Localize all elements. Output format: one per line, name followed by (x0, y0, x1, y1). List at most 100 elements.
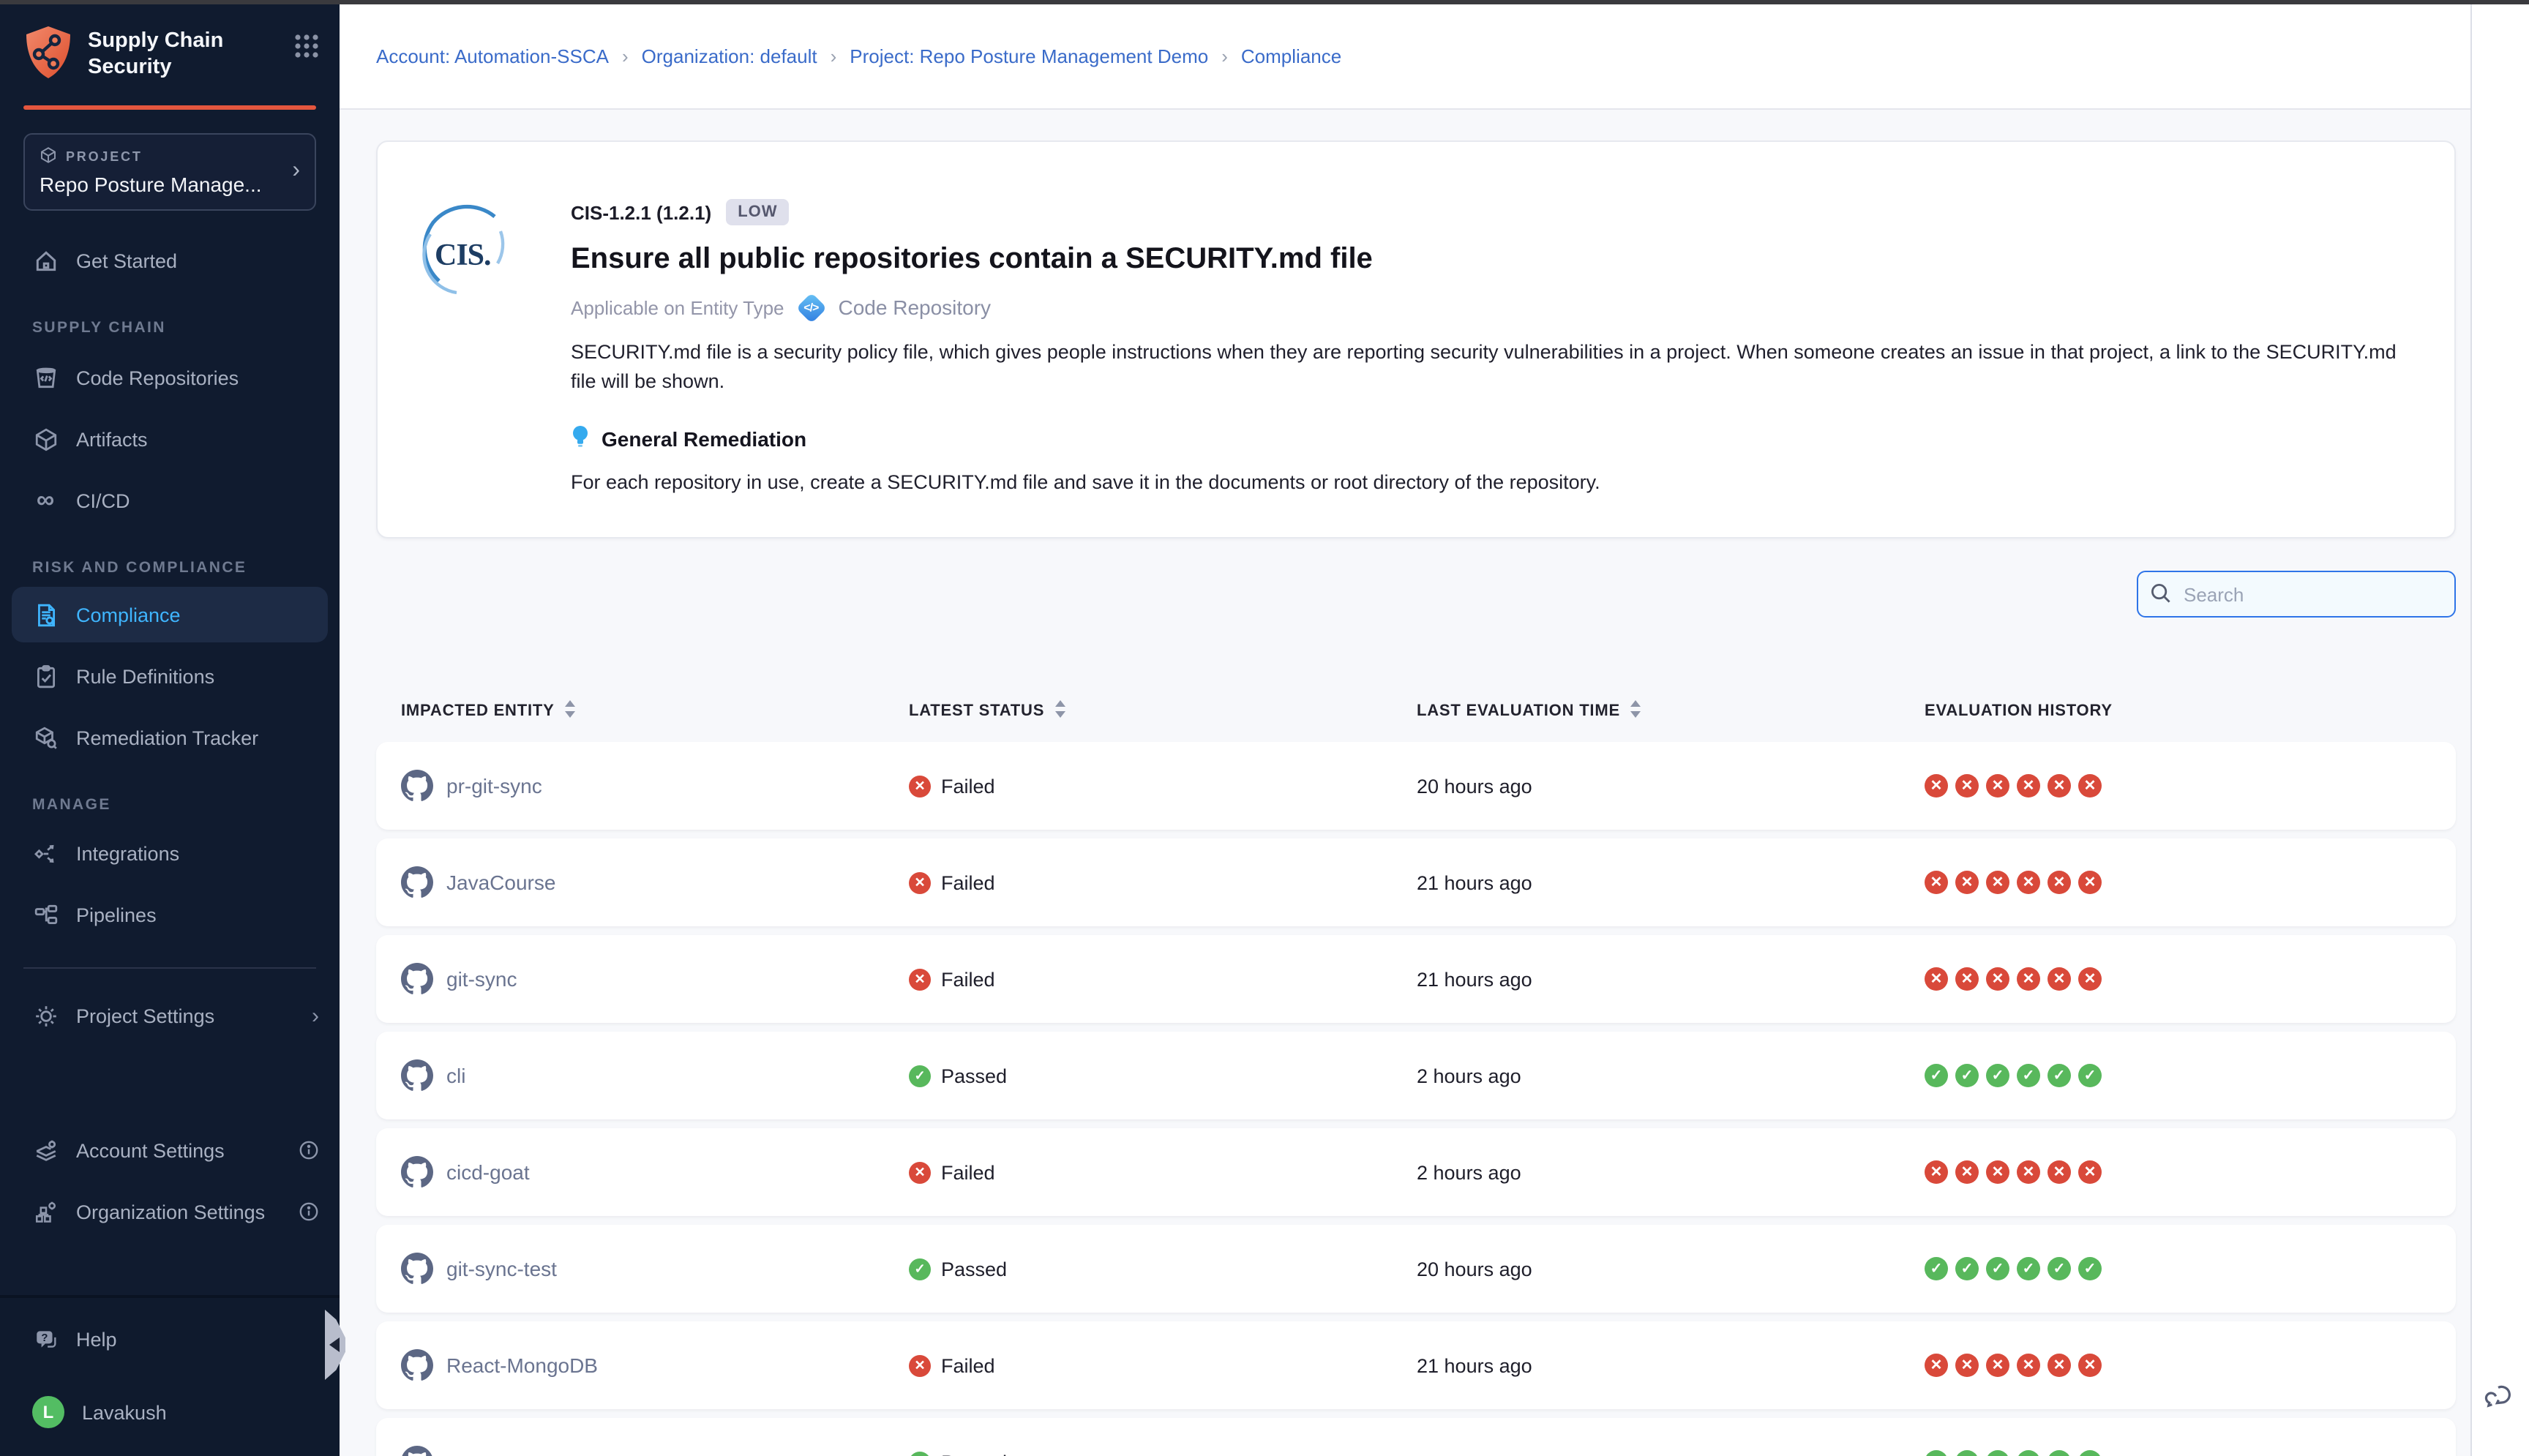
project-selector[interactable]: PROJECT Repo Posture Manage... › (23, 133, 316, 211)
table-row[interactable]: cli✓Passed2 hours ago✓✓✓✓✓✓ (376, 1032, 2456, 1119)
history-fail-icon: ✕ (1955, 967, 1979, 991)
section-label-risk-compliance: RISK AND COMPLIANCE (0, 559, 340, 577)
entity-type: Code Repository (839, 296, 992, 319)
sidebar-item-compliance[interactable]: Compliance (12, 587, 328, 642)
project-name: Repo Posture Manage... (40, 173, 292, 196)
sidebar-item-organization-settings[interactable]: Organization Settings (0, 1185, 340, 1238)
app-title: Supply Chain Security (88, 25, 223, 81)
applicable-label: Applicable on Entity Type (571, 296, 784, 318)
sort-icon (1629, 699, 1642, 723)
column-header-impacted-entity[interactable]: IMPACTED ENTITY (401, 699, 909, 723)
status-label: Failed (941, 1161, 995, 1183)
sort-icon (563, 699, 577, 723)
history-fail-icon: ✕ (2078, 967, 2102, 991)
status-label: Failed (941, 968, 995, 990)
sidebar-item-artifacts[interactable]: Artifacts (0, 413, 340, 465)
last-evaluation-time: 21 hours ago (1417, 871, 1925, 893)
sidebar-item-account-settings[interactable]: Account Settings (0, 1124, 340, 1177)
breadcrumb-separator: › (831, 45, 837, 67)
evaluation-history: ✓✓✓✓✓✓ (1925, 1450, 2456, 1456)
history-pass-icon: ✓ (1986, 1450, 2009, 1456)
column-header-evaluation-history: EVALUATION HISTORY (1925, 699, 2456, 723)
evaluation-history: ✓✓✓✓✓✓ (1925, 1064, 2456, 1087)
history-fail-icon: ✕ (2078, 871, 2102, 894)
status-label: Failed (941, 871, 995, 893)
sidebar-item-cicd[interactable]: ∞ CI/CD (0, 474, 340, 527)
table-header: IMPACTED ENTITY LATEST STATUS LAST EVALU… (376, 699, 2456, 723)
module-switcher-grid-icon[interactable] (294, 25, 319, 66)
history-pass-icon: ✓ (1925, 1450, 1948, 1456)
breadcrumb-item[interactable]: Compliance (1241, 45, 1341, 67)
history-pass-icon: ✓ (2078, 1450, 2102, 1456)
severity-badge: LOW (726, 199, 789, 225)
cicd-infinity-icon: ∞ (32, 487, 59, 514)
rule-title: Ensure all public repositories contain a… (571, 243, 2413, 277)
user-menu[interactable]: L Lavakush (0, 1383, 340, 1441)
history-pass-icon: ✓ (1986, 1064, 2009, 1087)
lightbulb-icon (571, 424, 590, 454)
history-pass-icon: ✓ (2047, 1450, 2071, 1456)
sidebar-item-project-settings[interactable]: Project Settings › (0, 989, 340, 1042)
sidebar-item-rule-definitions[interactable]: Rule Definitions (0, 650, 340, 702)
github-icon (401, 1446, 433, 1456)
github-icon (401, 1253, 433, 1285)
history-pass-icon: ✓ (2017, 1064, 2040, 1087)
breadcrumb-item[interactable]: Organization: default (642, 45, 817, 67)
table-row[interactable]: JavaCourse✕Failed21 hours ago✕✕✕✕✕✕ (376, 838, 2456, 926)
github-icon (401, 770, 433, 802)
entity-name: JavaCourse (446, 871, 555, 894)
history-pass-icon: ✓ (1955, 1064, 1979, 1087)
history-fail-icon: ✕ (1925, 1160, 1948, 1184)
column-header-last-evaluation-time[interactable]: LAST EVALUATION TIME (1417, 699, 1925, 723)
history-fail-icon: ✕ (1955, 774, 1979, 798)
info-icon[interactable] (299, 1201, 319, 1222)
history-fail-icon: ✕ (1925, 774, 1948, 798)
table-row[interactable]: React-MongoDB✕Failed21 hours ago✕✕✕✕✕✕ (376, 1321, 2456, 1409)
sidebar-item-help[interactable]: ? Help (0, 1313, 340, 1365)
history-pass-icon: ✓ (1986, 1257, 2009, 1280)
sidebar-divider (23, 967, 316, 969)
history-fail-icon: ✕ (1986, 967, 2009, 991)
last-evaluation-time: 21 hours ago (1417, 968, 1925, 990)
status-failed-icon: ✕ (909, 1354, 931, 1376)
sidebar-item-integrations[interactable]: Integrations (0, 827, 340, 879)
info-icon[interactable] (299, 1140, 319, 1160)
table-row[interactable]: git-sync-test✓Passed20 hours ago✓✓✓✓✓✓ (376, 1225, 2456, 1313)
code-repository-entity-icon: </> (795, 292, 826, 323)
content-area: CIS. CIS-1.2.1 (1.2.1) LOW Ensure all pu… (340, 110, 2470, 1456)
breadcrumb-item[interactable]: Account: Automation-SSCA (376, 45, 609, 67)
status-label: Passed (941, 1065, 1007, 1087)
entity-name: git-sync-test (446, 1257, 557, 1280)
artifacts-box-icon (32, 426, 59, 452)
supply-chain-security-logo-icon (23, 25, 73, 88)
history-fail-icon: ✕ (1986, 774, 2009, 798)
history-fail-icon: ✕ (2017, 1160, 2040, 1184)
sidebar-item-code-repositories[interactable]: Code Repositories (0, 351, 340, 404)
history-fail-icon: ✕ (2017, 1354, 2040, 1377)
table-row[interactable]: cicd-goat✕Failed2 hours ago✕✕✕✕✕✕ (376, 1128, 2456, 1216)
cis-logo: CIS. (419, 199, 512, 310)
history-fail-icon: ✕ (2078, 1354, 2102, 1377)
table-row[interactable]: git-sync✕Failed21 hours ago✕✕✕✕✕✕ (376, 935, 2456, 1023)
chat-support-icon[interactable] (2484, 1383, 2516, 1419)
search-input[interactable] (2137, 571, 2456, 618)
history-fail-icon: ✕ (1925, 871, 1948, 894)
history-fail-icon: ✕ (1955, 871, 1979, 894)
history-fail-icon: ✕ (1986, 1354, 2009, 1377)
column-header-latest-status[interactable]: LATEST STATUS (909, 699, 1417, 723)
cube-icon (40, 146, 57, 167)
sidebar-item-remediation-tracker[interactable]: Remediation Tracker (0, 711, 340, 764)
evaluation-history: ✓✓✓✓✓✓ (1925, 1257, 2456, 1280)
breadcrumb-item[interactable]: Project: Repo Posture Management Demo (850, 45, 1208, 67)
sidebar-item-pipelines[interactable]: Pipelines (0, 888, 340, 941)
last-evaluation-time: 2 hours ago (1417, 1161, 1925, 1183)
sidebar-item-get-started[interactable]: Get Started (0, 234, 340, 287)
table-row[interactable]: ✓Passed✓✓✓✓✓✓ (376, 1418, 2456, 1456)
last-evaluation-time: 20 hours ago (1417, 1258, 1925, 1280)
status-failed-icon: ✕ (909, 1161, 931, 1183)
github-icon (401, 1349, 433, 1381)
history-fail-icon: ✕ (1986, 1160, 2009, 1184)
page-header: Account: Automation-SSCA › Organization: d… (340, 4, 2470, 110)
section-label-supply-chain: SUPPLY CHAIN (0, 319, 340, 337)
table-row[interactable]: pr-git-sync✕Failed20 hours ago✕✕✕✕✕✕ (376, 742, 2456, 830)
